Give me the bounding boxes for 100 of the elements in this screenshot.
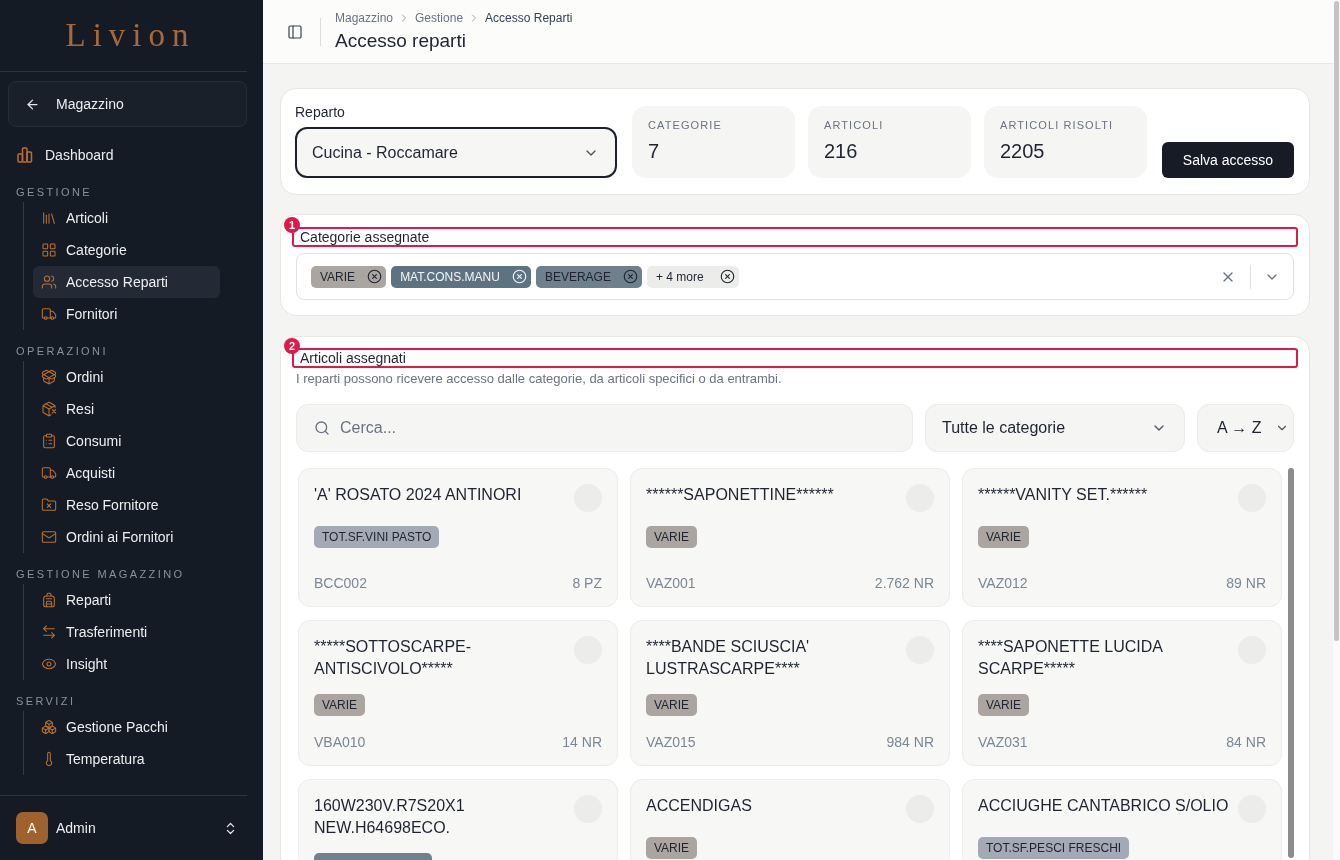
nav-item[interactable]: Articoli [33,202,220,234]
article-code: VAZ001 [646,574,696,593]
article-code: VAZ015 [646,733,696,752]
nav-item[interactable]: Trasferimenti [33,616,220,648]
mail-icon [41,529,57,545]
save-button[interactable]: Salva accesso [1162,142,1294,178]
circle-x-icon[interactable] [719,269,735,284]
category-tag: VARIE [646,837,698,859]
article-code: VAZ031 [978,733,1028,752]
swap-arrows-icon [41,624,57,640]
article-card[interactable]: 160W230V.R7S20X1 NEW.H64698ECO. [298,779,618,860]
users-icon [41,274,57,290]
article-code: VAZ012 [978,574,1028,593]
article-card[interactable]: ****SAPONETTE LUCIDA SCARPE***** VARIE VAZ031 84 NR [962,620,1282,766]
category-tag: VARIE [646,694,698,716]
annotation-badge: 1 [284,217,300,233]
article-name: ACCENDIGAS [646,796,752,816]
article-quantity: 8 PZ [572,574,602,593]
category-tag: VARIE [646,526,698,548]
page-title: Accesso reparti [335,30,467,52]
article-card[interactable]: ACCIUGHE CANTABRICO S/OLIO TOT.SF.PESCI FRESCHI [962,779,1282,860]
scrollbar-thumb[interactable] [1288,468,1294,858]
article-name: ****SAPONETTE LUCIDA SCARPE***** [978,637,1164,679]
article-card[interactable]: 'A' ROSATO 2024 ANTINORI TOT.SF.VINI PASTO BCC002 8 PZ [298,468,618,607]
eye-icon [41,656,57,672]
article-quantity: 89 NR [1226,574,1266,593]
article-name: *****SOTTOSCARPE-ANTISCIVOLO***** [314,637,473,679]
nav-item[interactable]: Temperatura [33,743,220,775]
category-multiselect[interactable]: VARIE MAT.CONS.MANU BEVERAGE + 4 more [296,253,1294,300]
nav-item[interactable]: Gestione Pacchi [33,711,220,743]
category-filter-select[interactable]: Tutte le categorie [925,404,1185,452]
category-tag: VARIE [311,265,387,288]
logo: Livion [65,19,196,52]
sort-select[interactable]: A → Z [1197,404,1294,452]
stat-label: CATEGORIE [648,119,723,132]
department-select[interactable]: Cucina - Roccamare [295,127,617,178]
open-box-icon [41,369,57,385]
boxes-icon [41,719,57,735]
bar-chart-icon [17,147,33,163]
search-icon [314,420,330,436]
panel-icon [287,23,303,40]
truck-icon [41,465,57,481]
article-card[interactable]: ****BANDE SCIUSCIA' LUSTRASCARPE**** VARIE VAZ015 984 NR [630,620,950,766]
article-card[interactable]: *****SOTTOSCARPE-ANTISCIVOLO***** VARIE VBA010 14 NR [298,620,618,766]
article-name: ACCIUGHE CANTABRICO S/OLIO [978,796,1229,816]
user-menu-button[interactable]: A Admin [16,810,247,846]
article-name: 160W230V.R7S20X1 NEW.H64698ECO. [314,796,466,838]
sidebar-toggle-button[interactable] [286,22,304,41]
category-tag: BEVERAGE [535,265,642,288]
breadcrumb-current: Accesso Reparti [485,11,573,25]
nav-item[interactable]: Acquisti [33,457,220,489]
article-quantity: 984 NR [886,733,934,752]
nav-item[interactable]: Consumi [33,425,220,457]
nav-item[interactable]: Ordini [33,361,220,393]
article-code: BCC002 [314,574,367,593]
nav-item[interactable]: Reparti [33,584,220,616]
nav-item[interactable]: Dashboard [16,139,205,171]
nav-item[interactable]: Resi [33,393,220,425]
category-tag: MAT.CONS.MANU [391,265,531,288]
nav-item[interactable]: Ordini ai Fornitori [33,521,220,553]
section-title: GESTIONE MAGAZZINO [16,567,186,581]
section-description: I reparti possono ricevere accesso dalle categorie, da articoli specifici o da entrambi. [296,371,783,387]
box-x-icon [41,401,57,417]
clipboard-icon [41,433,57,449]
back-button[interactable]: Magazzino [8,81,247,127]
article-card[interactable]: ACCENDIGAS VARIE [630,779,950,860]
category-tag: TOT.SF.PESCI FRESCHI [978,837,1130,859]
article-name: ****BANDE SCIUSCIA' LUSTRASCARPE**** [646,637,811,679]
category-tag: TOT.SF.VINI PASTO [314,526,440,548]
article-name: 'A' ROSATO 2024 ANTINORI [314,485,522,505]
scrollbar-thumb[interactable] [1334,1,1339,641]
nav-item[interactable]: Insight [33,648,220,680]
grid-icon [41,242,57,258]
nav-item[interactable]: Reso Fornitore [33,489,220,521]
breadcrumb-link[interactable]: Gestione [415,11,464,25]
stat-value: 7 [648,139,661,163]
article-quantity: 2.762 NR [874,574,934,593]
section-label: Articoli assegnati [300,350,406,366]
more-tag: + 4 more [646,265,739,288]
backpack-icon [41,592,57,608]
books-icon [41,210,57,226]
article-card[interactable]: ******SAPONETTINE****** VARIE VAZ001 2.762 NR [630,468,950,607]
article-card[interactable]: ******VANITY SET.****** VARIE VAZ012 89 NR [962,468,1282,607]
stat-label: ARTICOLI RISOLTI [1000,119,1115,132]
stat-value: 216 [824,139,859,163]
annotation-badge: 2 [284,338,300,354]
section-title: SERVIZI [16,694,77,708]
breadcrumb-link[interactable]: Magazzino [335,11,394,25]
category-tag: VARIE [978,526,1030,548]
nav-item[interactable]: Accesso Reparti [33,266,220,298]
nav-item[interactable]: Fornitori [33,298,220,330]
section-title: OPERAZIONI [16,344,109,358]
section-title: GESTIONE [16,185,94,199]
article-quantity: 14 NR [562,733,602,752]
article-name: ******SAPONETTINE****** [646,485,834,505]
article-quantity: 84 NR [1226,733,1266,752]
nav-item[interactable]: Categorie [33,234,220,266]
article-name: ******VANITY SET.****** [978,485,1148,505]
category-tag: VARIE [314,694,366,716]
circle-x-icon[interactable] [367,269,383,284]
